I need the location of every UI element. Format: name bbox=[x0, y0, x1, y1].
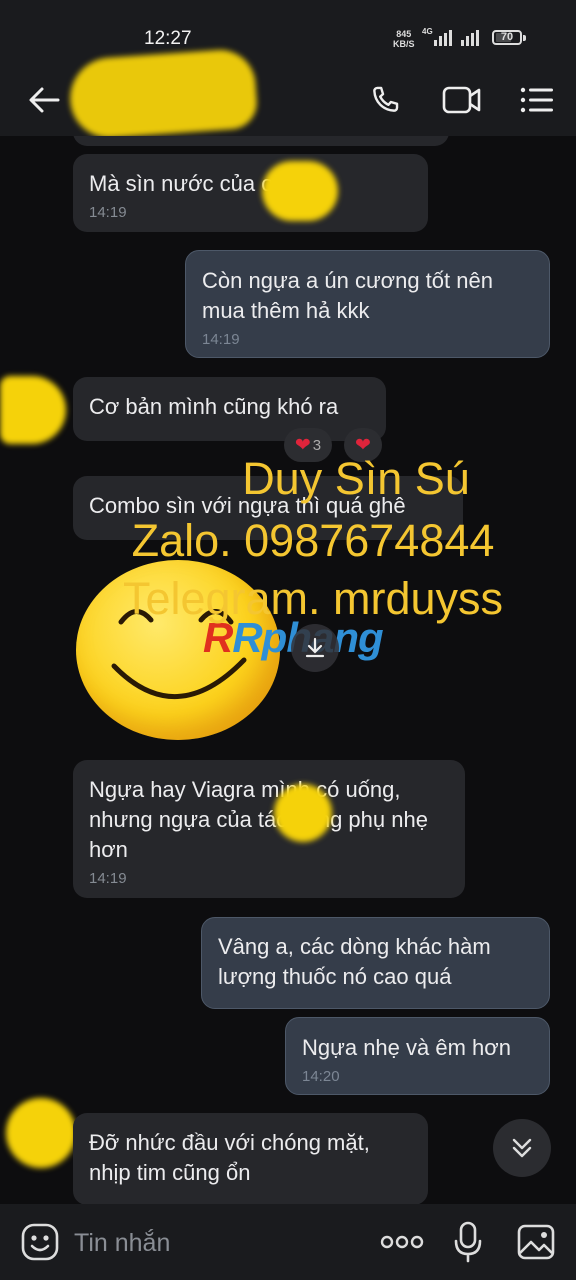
video-camera-icon bbox=[442, 86, 481, 114]
message-text: Còn ngựa a ún cương tốt nên mua thêm hả … bbox=[202, 268, 493, 323]
scroll-to-bottom-button[interactable] bbox=[493, 1119, 551, 1177]
status-bar: 12:27 845 KB/S 4G 70 bbox=[0, 0, 576, 64]
message-time: 14:19 bbox=[202, 331, 240, 348]
message-time: 14:19 bbox=[89, 204, 127, 221]
redaction-blob bbox=[274, 784, 332, 842]
smile-icon bbox=[21, 1223, 59, 1261]
download-button[interactable] bbox=[291, 624, 339, 672]
message-bubble[interactable]: Mà sìn nước của ok hơn 14:19 bbox=[73, 154, 428, 232]
message-text: Ngựa hay Viagra mình có uống, nhưng ngựa… bbox=[89, 777, 428, 862]
download-icon bbox=[305, 637, 325, 658]
image-icon bbox=[517, 1224, 555, 1260]
status-time: 12:27 bbox=[144, 28, 192, 49]
battery-icon: 70 bbox=[492, 30, 522, 45]
message-bubble-partial bbox=[73, 136, 449, 146]
watermark-line-2: Zalo. 0987674844 bbox=[131, 515, 495, 566]
avatar-redaction bbox=[0, 376, 66, 444]
watermark-line-3: Telegram. mrduyss bbox=[122, 573, 504, 624]
list-menu-icon bbox=[520, 87, 553, 113]
message-text: Cơ bản mình cũng khó ra bbox=[89, 394, 339, 419]
avatar-redaction bbox=[6, 1098, 76, 1168]
signal-icon bbox=[434, 30, 479, 46]
chevron-double-down-icon bbox=[512, 1138, 532, 1158]
message-bubble[interactable]: Còn ngựa a ún cương tốt nên mua thêm hả … bbox=[185, 250, 550, 358]
gallery-button[interactable] bbox=[512, 1220, 560, 1264]
network-speed: 845 KB/S bbox=[393, 29, 415, 49]
composer-bar: Tin nhắn bbox=[0, 1204, 576, 1280]
arrow-left-icon bbox=[29, 87, 60, 113]
menu-button[interactable] bbox=[514, 78, 560, 122]
message-text: Ngựa nhẹ và êm hơn bbox=[302, 1035, 511, 1060]
message-time: 14:20 bbox=[302, 1068, 340, 1085]
phone-icon bbox=[373, 86, 399, 112]
message-bubble[interactable]: Đỡ nhức đầu với chóng mặt, nhịp tim cũng… bbox=[73, 1113, 428, 1204]
message-text: Vâng a, các dòng khác hàm lượng thuốc nó… bbox=[218, 934, 491, 989]
back-button[interactable] bbox=[18, 78, 70, 122]
emoji-button[interactable] bbox=[18, 1220, 62, 1264]
message-bubble[interactable]: Ngựa hay Viagra mình có uống, nhưng ngựa… bbox=[73, 760, 465, 898]
message-list[interactable]: Mà sìn nước của ok hơn 14:19 Còn ngựa a … bbox=[0, 136, 576, 1204]
microphone-icon bbox=[454, 1221, 482, 1263]
network-type: 4G bbox=[422, 27, 433, 36]
message-time: 14:19 bbox=[89, 870, 127, 887]
message-bubble[interactable]: Vâng a, các dòng khác hàm lượng thuốc nó… bbox=[201, 917, 550, 1009]
message-input[interactable]: Tin nhắn bbox=[74, 1229, 170, 1258]
watermark-line-1: Duy Sìn Sú bbox=[242, 453, 470, 504]
call-button[interactable] bbox=[362, 78, 408, 122]
voice-button[interactable] bbox=[448, 1218, 488, 1266]
message-bubble[interactable]: Ngựa nhẹ và êm hơn 14:20 bbox=[285, 1017, 550, 1095]
message-text: Đỡ nhức đầu với chóng mặt, nhịp tim cũng… bbox=[89, 1130, 370, 1185]
video-call-button[interactable] bbox=[436, 78, 488, 122]
redaction-blob bbox=[262, 161, 338, 221]
contact-name-redaction bbox=[67, 47, 259, 141]
more-button[interactable] bbox=[378, 1224, 426, 1260]
message-bubble[interactable]: Cơ bản mình cũng khó ra bbox=[73, 377, 386, 441]
more-dots-icon bbox=[380, 1235, 424, 1249]
